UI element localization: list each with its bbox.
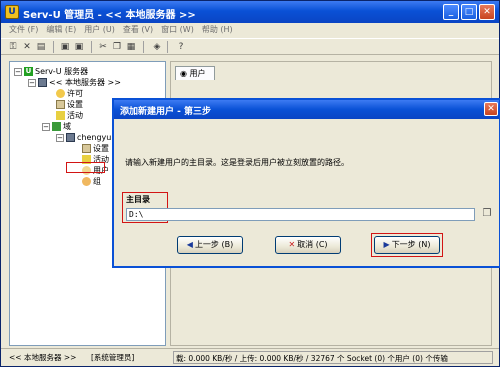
copy-icon[interactable]: ❐ <box>111 41 123 53</box>
toolbar-separator <box>143 41 144 53</box>
menu-user[interactable]: 用户 (U) <box>80 23 119 37</box>
tree-node-groups[interactable]: 组 <box>82 176 101 187</box>
paste-icon[interactable]: ▦ <box>125 41 137 53</box>
serv-u-window: U Serv-U 管理员 - << 本地服务器 >> _ □ ✕ 文件 (F) 编… <box>0 0 500 367</box>
home-dir-label: 主目录 <box>126 195 150 204</box>
up-folder-icon[interactable]: ▣ <box>59 41 71 53</box>
dialog-title-bar: 添加新建用户 - 第三步 ✕ <box>114 100 499 119</box>
settings-icon <box>82 144 91 153</box>
tree-node-label: 设置 <box>67 100 83 109</box>
computer-icon <box>38 78 47 87</box>
users-highlight-box <box>66 162 105 173</box>
delete-icon[interactable]: ✕ <box>21 41 33 53</box>
menu-help[interactable]: 帮助 (H) <box>198 23 237 37</box>
prev-button[interactable]: ◀ 上一步 (B) <box>177 236 243 254</box>
toolbar: ⚿ ✕ ▤ ▣ ▣ ✂ ❐ ▦ ◈ ? <box>1 38 499 55</box>
tree-node-label: chengyun <box>77 133 117 142</box>
groups-icon <box>82 177 91 186</box>
book-icon[interactable]: ◈ <box>151 41 163 53</box>
title-bar: U Serv-U 管理员 - << 本地服务器 >> _ □ ✕ <box>1 1 499 23</box>
cancel-button-label: 取消 (C) <box>297 240 328 249</box>
window-title: Serv-U 管理员 - << 本地服务器 >> <box>23 10 196 21</box>
refresh-icon[interactable]: ▣ <box>73 41 85 53</box>
cancel-button[interactable]: ✕ 取消 (C) <box>275 236 341 254</box>
tree-node-label: 设置 <box>93 144 109 153</box>
domain-server-icon <box>66 133 75 142</box>
tree-node-settings[interactable]: 设置 <box>56 99 83 110</box>
tree-node-label: 组 <box>93 177 101 186</box>
cut-icon[interactable]: ✂ <box>97 41 109 53</box>
settings-icon <box>56 100 65 109</box>
tab-users[interactable]: ◉ 用户 <box>175 66 215 80</box>
home-dir-input[interactable]: D:\ <box>126 208 475 221</box>
license-icon <box>56 89 65 98</box>
collapse-icon[interactable]: − <box>28 78 36 87</box>
status-admin: [系统管理员] <box>91 353 135 362</box>
dialog-close-button[interactable]: ✕ <box>484 102 498 116</box>
toolbar-separator <box>53 41 54 53</box>
next-button-label: 下一步 (N) <box>391 240 431 249</box>
tree-node-label: << 本地服务器 >> <box>49 78 121 87</box>
serv-u-logo-icon: U <box>5 5 19 19</box>
tab-users-label: 用户 <box>189 69 206 78</box>
tree-node-domain-chengyun[interactable]: − chengyun <box>56 132 116 143</box>
tree-node-label: 活动 <box>67 111 83 120</box>
tree-node-domain-settings[interactable]: 设置 <box>82 143 109 154</box>
serv-u-icon: U <box>24 67 33 76</box>
prev-button-label: 上一步 (B) <box>194 240 234 249</box>
next-button[interactable]: ▶ 下一步 (N) <box>374 236 440 254</box>
tree-node-serv-u-server[interactable]: − U Serv-U 服务器 <box>14 66 88 77</box>
status-bar: << 本地服务器 >> [系统管理员] 载: 0.000 KB/秒 / 上传: … <box>1 348 499 366</box>
add-user-wizard-dialog: 添加新建用户 - 第三步 ✕ 请输入新建用户的主目录。这是登录后用户被立刻放置的… <box>112 98 500 268</box>
tree-node-activity[interactable]: 活动 <box>56 110 83 121</box>
tree-node-local-server[interactable]: − << 本地服务器 >> <box>28 77 121 88</box>
maximize-button[interactable]: □ <box>461 4 477 20</box>
domain-icon <box>52 122 61 131</box>
user-icon: ◉ <box>180 69 190 78</box>
collapse-icon[interactable]: − <box>42 122 50 131</box>
tree-node-label: 域 <box>63 122 71 131</box>
key-icon[interactable]: ⚿ <box>7 41 19 53</box>
collapse-icon[interactable]: − <box>56 133 64 142</box>
minimize-button[interactable]: _ <box>443 4 459 20</box>
toolbar-separator <box>167 41 168 53</box>
cancel-x-icon: ✕ <box>288 240 296 249</box>
browse-folder-icon[interactable]: ❒ <box>480 207 494 222</box>
collapse-icon[interactable]: − <box>14 67 22 76</box>
menu-edit[interactable]: 编辑 (E) <box>42 23 80 37</box>
menu-file[interactable]: 文件 (F) <box>5 23 42 37</box>
help-icon[interactable]: ? <box>175 41 187 53</box>
tree-node-license[interactable]: 许可 <box>56 88 83 99</box>
status-transfer-stats: 载: 0.000 KB/秒 / 上传: 0.000 KB/秒 / 32767 个… <box>173 351 493 364</box>
dialog-message: 请输入新建用户的主目录。这是登录后用户被立刻放置的路径。 <box>125 158 349 167</box>
dialog-title: 添加新建用户 - 第三步 <box>120 107 212 117</box>
status-server: << 本地服务器 >> <box>9 353 77 362</box>
toolbar-separator <box>91 41 92 53</box>
properties-icon[interactable]: ▤ <box>35 41 47 53</box>
activity-icon <box>56 111 65 120</box>
arrow-left-icon: ◀ <box>186 240 193 249</box>
tree-node-domains[interactable]: − 域 <box>42 121 71 132</box>
menu-view[interactable]: 查看 (V) <box>119 23 157 37</box>
menu-bar: 文件 (F) 编辑 (E) 用户 (U) 查看 (V) 窗口 (W) 帮助 (H) <box>1 23 499 37</box>
close-button[interactable]: ✕ <box>479 4 495 20</box>
menu-window[interactable]: 窗口 (W) <box>157 23 198 37</box>
tree-node-label: 许可 <box>67 89 83 98</box>
tree-node-label: Serv-U 服务器 <box>35 67 89 76</box>
arrow-right-icon: ▶ <box>383 240 390 249</box>
